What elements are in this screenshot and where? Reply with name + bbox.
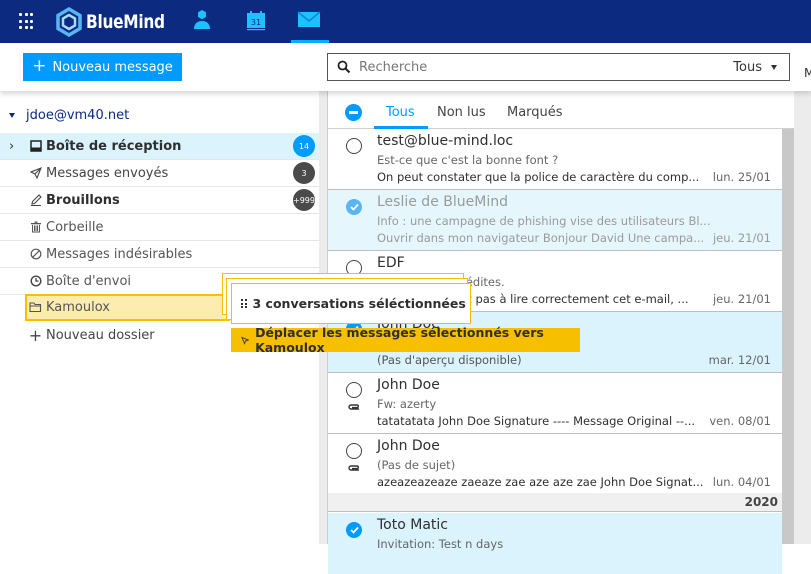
tab-flagged[interactable]: Marqués bbox=[507, 105, 563, 120]
caret-down-icon bbox=[9, 113, 15, 118]
message-sender: Leslie de BlueMind bbox=[377, 194, 508, 210]
unread-count-badge: +999 bbox=[293, 189, 315, 211]
message-subject: Fw: azerty bbox=[377, 397, 437, 411]
message-sender: Toto Matic bbox=[377, 517, 448, 533]
search-scope-value: Tous bbox=[733, 59, 762, 75]
drag-count-label: 3 conversations séléctionnées bbox=[252, 296, 466, 311]
folder-trash[interactable]: Corbeille bbox=[0, 214, 319, 241]
search-input[interactable] bbox=[359, 59, 734, 75]
message-preview: azeazeazeaze zaeaze zae aze aze zae John… bbox=[377, 475, 704, 489]
checked-checkbox[interactable] bbox=[346, 522, 362, 538]
drafts-icon bbox=[29, 194, 42, 207]
folder-icon bbox=[29, 301, 42, 314]
folder-sent[interactable]: Messages envoyés 3 bbox=[0, 160, 319, 187]
folder-inbox[interactable]: › Boîte de réception 14 bbox=[0, 133, 319, 160]
new-message-button[interactable]: + Nouveau message bbox=[23, 53, 182, 81]
cursor-icon bbox=[241, 336, 250, 345]
drop-hint-tooltip: Déplacer les messages sélectionnés vers … bbox=[231, 325, 580, 355]
folder-kamoulox[interactable]: Kamoulox bbox=[25, 294, 230, 321]
folder-drafts[interactable]: Brouillons +999 bbox=[0, 187, 319, 214]
message-sender: EDF bbox=[377, 255, 405, 271]
account-header[interactable]: jdoe@vm40.net bbox=[9, 108, 129, 123]
message-date: lun. 04/01 bbox=[712, 475, 771, 489]
bluemind-logo[interactable]: BlueMind bbox=[55, 6, 174, 38]
folder-spam[interactable]: Messages indésirables bbox=[0, 241, 319, 268]
search-icon bbox=[337, 60, 351, 74]
message-row[interactable]: John Doe Fw: azerty tatatatata John Doe … bbox=[328, 373, 782, 434]
unread-count-badge: 3 bbox=[293, 162, 315, 184]
plus-icon: + bbox=[28, 326, 43, 345]
message-preview: Ouvrir dans mon navigateur Bonjour David… bbox=[377, 231, 705, 245]
plus-icon: + bbox=[32, 55, 47, 76]
app-grid-icon[interactable] bbox=[19, 13, 36, 30]
unread-count-badge: 14 bbox=[293, 135, 315, 157]
logo-hexagon-icon bbox=[56, 7, 82, 37]
year-label: 2020 bbox=[744, 495, 778, 509]
top-bar: BlueMind 31 bbox=[0, 0, 811, 43]
select-checkbox[interactable] bbox=[346, 443, 362, 459]
attachment-icon bbox=[348, 404, 359, 410]
account-email: jdoe@vm40.net bbox=[26, 108, 130, 123]
message-subject: Invitation: Test n days bbox=[377, 537, 504, 551]
message-sender: John Doe bbox=[377, 438, 440, 454]
tab-all[interactable]: Tous bbox=[386, 105, 415, 120]
message-row[interactable]: John Doe (Pas de sujet) azeazeazeaze zae… bbox=[328, 434, 782, 495]
svg-text:31: 31 bbox=[251, 18, 261, 27]
message-sender: test@blue-mind.loc bbox=[377, 133, 514, 149]
message-sender: John Doe bbox=[377, 377, 440, 393]
filter-bar: Tous Non lus Marqués bbox=[328, 91, 794, 129]
message-row[interactable]: Leslie de BlueMind Info : une campagne d… bbox=[328, 190, 782, 251]
deselect-all-toggle[interactable] bbox=[345, 104, 362, 121]
app-name: BlueMind bbox=[86, 11, 165, 33]
drop-hint-label: Déplacer les messages sélectionnés vers … bbox=[255, 325, 544, 355]
attachment-icon bbox=[348, 465, 359, 471]
search-box[interactable]: Tous bbox=[327, 53, 790, 81]
year-separator: 2020 bbox=[328, 493, 782, 512]
tab-unread[interactable]: Non lus bbox=[437, 105, 486, 120]
message-preview: tatatatata John Doe Signature ---- Messa… bbox=[377, 414, 696, 428]
message-date: jeu. 21/01 bbox=[712, 231, 771, 245]
message-date: jeu. 21/01 bbox=[712, 292, 771, 306]
message-subject: Est-ce que c'est la bonne font ? bbox=[377, 153, 559, 167]
select-checkbox[interactable] bbox=[346, 138, 362, 154]
caret-down-icon bbox=[771, 64, 777, 70]
checked-checkbox[interactable] bbox=[346, 199, 362, 215]
new-message-label: Nouveau message bbox=[52, 59, 173, 75]
check-icon bbox=[349, 203, 359, 211]
mail-icon[interactable] bbox=[297, 8, 321, 32]
message-preview: On peut constater que la police de carac… bbox=[377, 170, 700, 184]
message-date: ven. 08/01 bbox=[709, 414, 771, 428]
message-date: lun. 25/01 bbox=[712, 170, 771, 184]
toolbar-overflow-text: M bbox=[804, 66, 811, 80]
message-preview: (Pas d'aperçu disponible) bbox=[377, 353, 522, 367]
chevron-right-icon[interactable]: › bbox=[9, 139, 14, 154]
message-row[interactable]: test@blue-mind.loc Est-ce que c'est la b… bbox=[328, 129, 782, 190]
message-date: mar. 12/01 bbox=[708, 353, 771, 367]
spam-icon bbox=[29, 248, 42, 261]
select-checkbox[interactable] bbox=[346, 382, 362, 398]
calendar-icon[interactable]: 31 bbox=[244, 8, 268, 32]
message-list-scrollbar[interactable] bbox=[782, 129, 794, 544]
clock-icon bbox=[29, 275, 42, 288]
message-subject: Info : une campagne de phishing vise des… bbox=[377, 214, 711, 228]
inbox-icon bbox=[29, 140, 42, 153]
drag-handle-icon bbox=[241, 299, 247, 308]
check-icon bbox=[349, 526, 359, 534]
drag-ghost[interactable]: 3 conversations séléctionnées bbox=[231, 283, 471, 324]
sent-icon bbox=[29, 167, 42, 180]
contacts-icon[interactable] bbox=[190, 8, 214, 32]
message-subject: (Pas de sujet) bbox=[377, 458, 456, 472]
search-scope-dropdown[interactable]: Tous bbox=[733, 60, 777, 75]
trash-icon bbox=[29, 221, 42, 234]
toolbar: + Nouveau message Tous M bbox=[0, 43, 811, 91]
